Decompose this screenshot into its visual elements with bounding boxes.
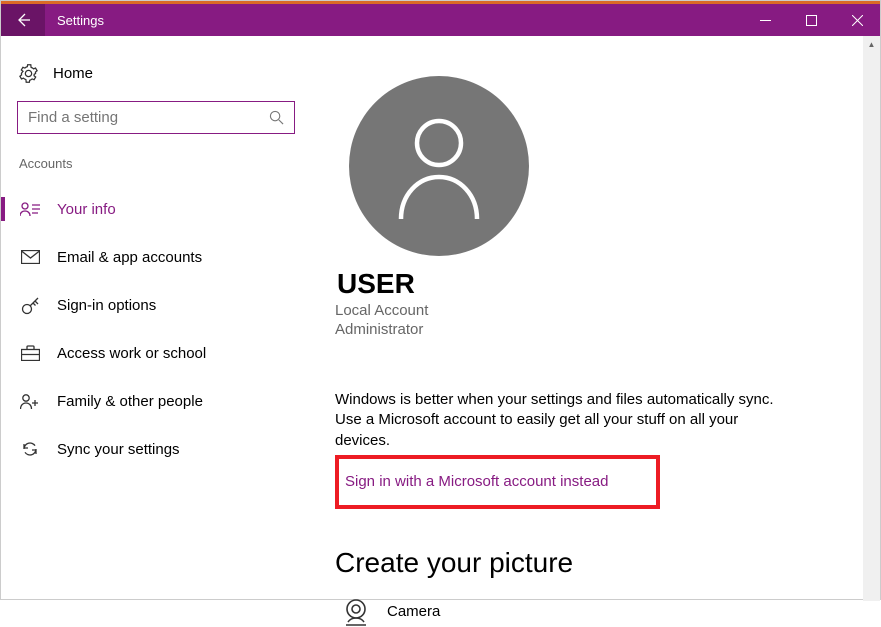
home-link[interactable]: Home (17, 58, 295, 89)
sync-icon (19, 440, 41, 458)
arrow-left-icon (15, 12, 31, 28)
back-button[interactable] (1, 4, 45, 36)
window-controls (742, 4, 880, 36)
gear-icon (17, 64, 39, 83)
maximize-icon (806, 15, 817, 26)
sidebar-item-sync[interactable]: Sync your settings (17, 425, 295, 473)
maximize-button[interactable] (788, 4, 834, 36)
camera-icon (335, 597, 377, 627)
titlebar: Settings (1, 4, 880, 36)
home-label: Home (53, 65, 93, 82)
avatar (349, 76, 529, 256)
sidebar-item-label: Email & app accounts (57, 249, 202, 266)
scrollbar[interactable]: ▲ (863, 36, 880, 601)
sidebar-item-label: Family & other people (57, 393, 203, 410)
account-role: Administrator (335, 321, 880, 338)
main-content: USER Local Account Administrator Windows… (311, 36, 880, 601)
section-label: Accounts (17, 156, 295, 171)
search-box[interactable] (17, 101, 295, 134)
sidebar-item-work-school[interactable]: Access work or school (17, 329, 295, 377)
search-input[interactable] (28, 109, 269, 126)
briefcase-icon (19, 345, 41, 361)
sidebar-item-family[interactable]: Family & other people (17, 377, 295, 425)
sidebar: Home Accounts Your info Email & app acco… (1, 36, 311, 601)
mail-icon (19, 250, 41, 264)
sidebar-item-signin-options[interactable]: Sign-in options (17, 281, 295, 329)
highlight-annotation: Sign in with a Microsoft account instead (335, 455, 660, 509)
camera-option[interactable]: Camera (335, 597, 880, 627)
close-button[interactable] (834, 4, 880, 36)
sidebar-item-email-accounts[interactable]: Email & app accounts (17, 233, 295, 281)
signin-microsoft-link[interactable]: Sign in with a Microsoft account instead (345, 473, 608, 490)
username: USER (337, 268, 880, 300)
account-type: Local Account (335, 302, 880, 319)
sidebar-item-your-info[interactable]: Your info (17, 185, 295, 233)
close-icon (852, 15, 863, 26)
sidebar-item-label: Access work or school (57, 345, 206, 362)
minimize-button[interactable] (742, 4, 788, 36)
person-card-icon (19, 201, 41, 217)
people-icon (19, 393, 41, 410)
sync-info-text: Windows is better when your settings and… (335, 390, 795, 451)
sidebar-item-label: Sign-in options (57, 297, 156, 314)
sidebar-item-label: Sync your settings (57, 441, 180, 458)
camera-label: Camera (387, 603, 440, 620)
window-title: Settings (45, 13, 742, 28)
key-icon (19, 296, 41, 315)
search-icon (269, 110, 284, 125)
sidebar-item-label: Your info (57, 201, 116, 218)
minimize-icon (760, 15, 771, 26)
person-icon (389, 111, 489, 221)
picture-heading: Create your picture (335, 547, 880, 579)
scroll-up-button[interactable]: ▲ (863, 36, 880, 53)
